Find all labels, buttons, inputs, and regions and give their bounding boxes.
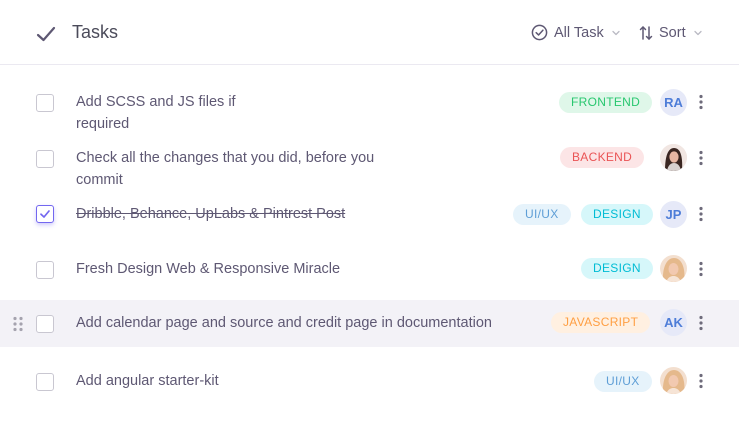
avatar: JP [660,201,687,228]
more-vertical-icon[interactable] [698,206,704,222]
tag-badge: BACKEND [560,147,645,168]
sort-dropdown[interactable]: Sort [639,25,703,41]
filter-label: All Task [554,24,604,41]
tag-badge: JAVASCRIPT [551,312,651,333]
task-row[interactable]: Fresh Design Web & Responsive Miracle DE… [0,246,739,292]
check-icon [40,210,50,218]
task-title: Add calendar page and source and credit … [76,315,492,331]
avatar [660,255,687,282]
avatar [660,144,687,171]
more-vertical-icon[interactable] [698,94,704,110]
task-row[interactable]: Add SCSS and JS files if required FRONTE… [0,76,739,136]
chevron-down-icon [612,30,620,35]
check-icon [36,26,56,42]
task-checkbox[interactable] [36,94,54,112]
avatar: AK [660,309,687,336]
task-title: Dribble, Behance, UpLabs & Pintrest Post [76,206,346,222]
task-title: Check all the changes that you did, befo… [76,150,375,188]
filter-dropdown[interactable]: All Task [531,24,621,41]
task-checkbox[interactable] [36,373,54,391]
tag-badge: UI/UX [513,204,571,225]
avatar [660,367,687,394]
avatar: RA [660,89,687,116]
task-checkbox[interactable] [36,150,54,168]
task-row[interactable]: Add angular starter-kit UI/UX [0,358,739,404]
task-row[interactable]: Check all the changes that you did, befo… [0,136,739,192]
page-title: Tasks [72,22,119,42]
sort-icon [639,26,653,40]
more-vertical-icon[interactable] [698,315,704,331]
task-checkbox[interactable] [36,261,54,279]
user-photo-icon [660,144,687,171]
more-vertical-icon[interactable] [698,373,704,389]
tag-badge: DESIGN [581,258,653,279]
task-row[interactable]: Dribble, Behance, UpLabs & Pintrest Post… [0,192,739,238]
task-title: Fresh Design Web & Responsive Miracle [76,261,341,277]
task-row[interactable]: Add calendar page and source and credit … [0,300,739,347]
tag-badge: DESIGN [581,204,653,225]
sort-label: Sort [659,25,686,41]
task-checkbox-checked[interactable] [36,205,54,223]
tasks-header: Tasks All Task Sort [0,0,739,65]
task-title: Add SCSS and JS files if required [76,94,236,132]
check-circle-icon [531,24,548,41]
more-vertical-icon[interactable] [698,150,704,166]
task-title: Add angular starter-kit [76,373,219,389]
more-vertical-icon[interactable] [698,261,704,277]
drag-handle-icon[interactable] [12,316,24,332]
tag-badge: UI/UX [594,371,652,392]
task-checkbox[interactable] [36,315,54,333]
user-photo-icon [660,367,687,394]
chevron-down-icon [693,30,702,36]
user-photo-icon [660,255,687,282]
tag-badge: FRONTEND [559,92,653,113]
